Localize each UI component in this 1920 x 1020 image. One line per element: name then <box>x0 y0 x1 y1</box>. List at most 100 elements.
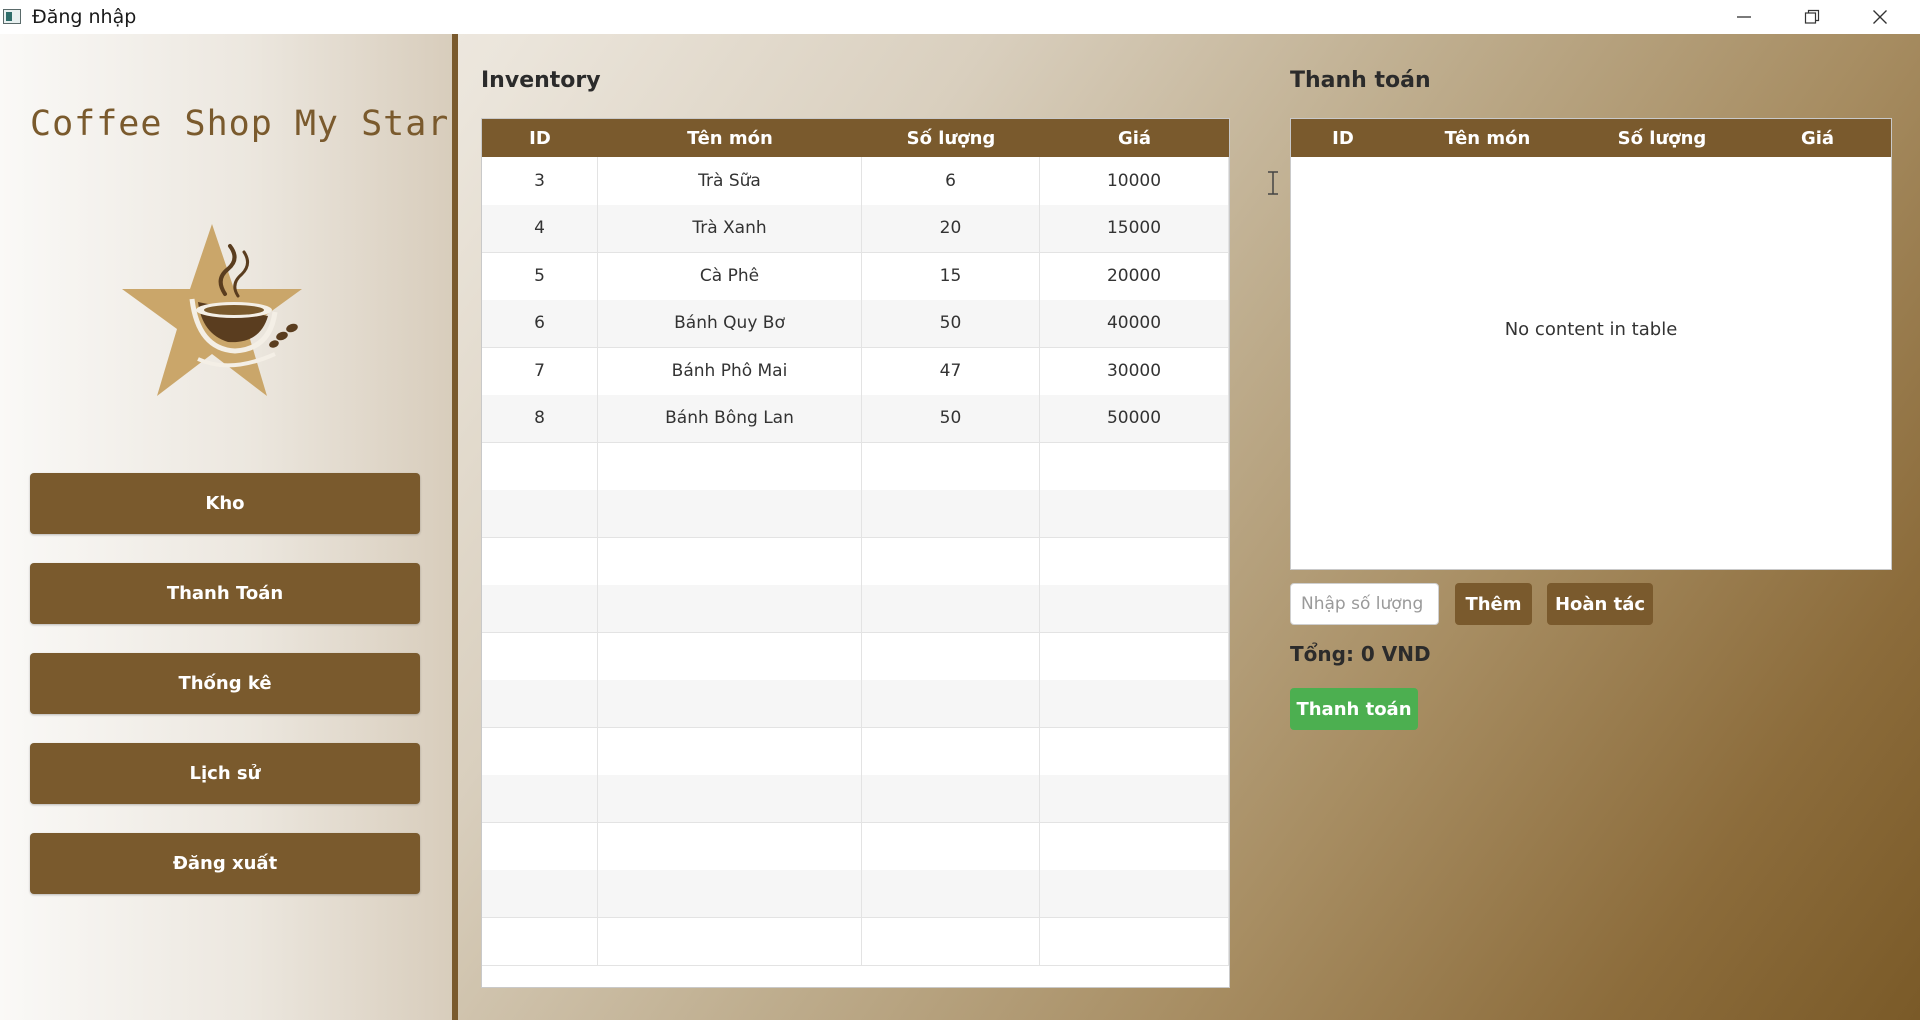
table-row[interactable]: 8 Bánh Bông Lan 50 50000 <box>482 394 1229 443</box>
window-title: Đăng nhập <box>32 6 137 28</box>
close-button[interactable] <box>1846 0 1914 34</box>
inventory-table[interactable]: ID Tên món Số lượng Giá 3 Trà Sữa 6 10000 4 T… <box>481 118 1230 988</box>
table-row[interactable]: 3 Trà Sữa 6 10000 <box>482 157 1229 206</box>
cell-gia <box>1040 584 1229 632</box>
cell-gia <box>1040 537 1229 585</box>
cell-so-luong: 6 <box>862 157 1040 205</box>
table-row[interactable]: 5 Cà Phê 15 20000 <box>482 252 1229 301</box>
cell-ten-mon <box>598 537 862 585</box>
empty-table-message: No content in table <box>1504 319 1678 340</box>
cell-ten-mon: Trà Xanh <box>598 204 862 252</box>
cell-id: 6 <box>482 299 598 347</box>
cell-id <box>482 727 598 775</box>
empty-table-row <box>482 632 1229 681</box>
empty-table-row <box>482 774 1229 823</box>
sidebar: Coffee Shop My Star Kho Thanh Toán Thống… <box>0 34 452 1020</box>
cell-so-luong: 50 <box>862 394 1040 442</box>
payment-title: Thanh toán <box>1290 68 1431 93</box>
cell-so-luong <box>862 442 1040 490</box>
table-row[interactable]: 7 Bánh Phô Mai 47 30000 <box>482 347 1229 396</box>
cell-so-luong <box>862 869 1040 917</box>
cell-id: 7 <box>482 347 598 395</box>
empty-table-row <box>482 537 1229 586</box>
brand-title: Coffee Shop My Star <box>30 104 450 144</box>
minimize-icon <box>1737 16 1751 18</box>
cell-id <box>482 584 598 632</box>
empty-table-row <box>482 869 1229 918</box>
cell-so-luong: 20 <box>862 204 1040 252</box>
table-row[interactable]: 4 Trà Xanh 20 15000 <box>482 204 1229 253</box>
cell-id <box>482 489 598 537</box>
cell-gia: 30000 <box>1040 347 1229 395</box>
cell-id: 8 <box>482 394 598 442</box>
cell-gia <box>1040 727 1229 775</box>
cell-ten-mon: Bánh Phô Mai <box>598 347 862 395</box>
cell-id <box>482 869 598 917</box>
cell-ten-mon <box>598 727 862 775</box>
cell-ten-mon <box>598 822 862 870</box>
column-header-gia[interactable]: Giá <box>1744 119 1891 157</box>
nav-lich-su-button[interactable]: Lịch sử <box>30 743 420 804</box>
nav-dang-xuat-button[interactable]: Đăng xuất <box>30 833 420 894</box>
total-amount: Tổng: 0 VND <box>1290 642 1431 666</box>
cell-so-luong <box>862 917 1040 965</box>
cell-ten-mon <box>598 584 862 632</box>
text-cursor-icon <box>1268 171 1278 195</box>
column-header-id[interactable]: ID <box>482 119 598 157</box>
cell-gia: 50000 <box>1040 394 1229 442</box>
cell-so-luong: 50 <box>862 299 1040 347</box>
cell-ten-mon <box>598 442 862 490</box>
column-header-id[interactable]: ID <box>1291 119 1395 157</box>
empty-table-row <box>482 679 1229 728</box>
window-titlebar: Đăng nhập <box>0 0 1920 34</box>
cell-ten-mon: Bánh Quy Bơ <box>598 299 862 347</box>
cell-so-luong <box>862 489 1040 537</box>
table-row[interactable]: 6 Bánh Quy Bơ 50 40000 <box>482 299 1229 348</box>
empty-table-row <box>482 917 1229 966</box>
cell-so-luong: 15 <box>862 252 1040 300</box>
restore-icon <box>1804 9 1820 24</box>
cell-so-luong <box>862 727 1040 775</box>
column-header-gia[interactable]: Giá <box>1040 119 1229 157</box>
column-header-so-luong[interactable]: Số lượng <box>862 119 1040 157</box>
cell-ten-mon <box>598 917 862 965</box>
cell-id: 4 <box>482 204 598 252</box>
nav-thong-ke-button[interactable]: Thống kê <box>30 653 420 714</box>
nav-thanh-toan-button[interactable]: Thanh Toán <box>30 563 420 624</box>
main-area: Coffee Shop My Star Kho Thanh Toán Thống… <box>0 34 1920 1020</box>
nav-kho-button[interactable]: Kho <box>30 473 420 534</box>
column-header-ten-mon[interactable]: Tên món <box>1395 119 1580 157</box>
cell-ten-mon <box>598 869 862 917</box>
column-header-ten-mon[interactable]: Tên món <box>598 119 862 157</box>
cell-id <box>482 774 598 822</box>
add-button[interactable]: Thêm <box>1455 583 1532 625</box>
column-header-so-luong[interactable]: Số lượng <box>1580 119 1744 157</box>
minimize-button[interactable] <box>1710 0 1778 34</box>
cell-ten-mon <box>598 632 862 680</box>
payment-table-header: ID Tên món Số lượng Giá <box>1291 119 1891 157</box>
cell-gia <box>1040 679 1229 727</box>
cell-so-luong <box>862 679 1040 727</box>
pay-button[interactable]: Thanh toán <box>1290 688 1418 730</box>
cell-gia: 20000 <box>1040 252 1229 300</box>
cell-id <box>482 537 598 585</box>
cell-gia <box>1040 917 1229 965</box>
cell-id <box>482 442 598 490</box>
empty-table-row <box>482 489 1229 538</box>
cell-ten-mon: Cà Phê <box>598 252 862 300</box>
cell-so-luong <box>862 774 1040 822</box>
cell-so-luong <box>862 632 1040 680</box>
empty-table-row <box>482 442 1229 491</box>
cell-gia <box>1040 632 1229 680</box>
cell-so-luong <box>862 537 1040 585</box>
quantity-input[interactable] <box>1290 583 1439 625</box>
cell-gia: 15000 <box>1040 204 1229 252</box>
payment-table[interactable]: ID Tên món Số lượng Giá No content in ta… <box>1290 118 1892 570</box>
undo-button[interactable]: Hoàn tác <box>1547 583 1653 625</box>
cell-id <box>482 822 598 870</box>
cell-gia <box>1040 869 1229 917</box>
cell-id <box>482 679 598 727</box>
cell-gia: 10000 <box>1040 157 1229 205</box>
cell-ten-mon <box>598 679 862 727</box>
restore-button[interactable] <box>1778 0 1846 34</box>
